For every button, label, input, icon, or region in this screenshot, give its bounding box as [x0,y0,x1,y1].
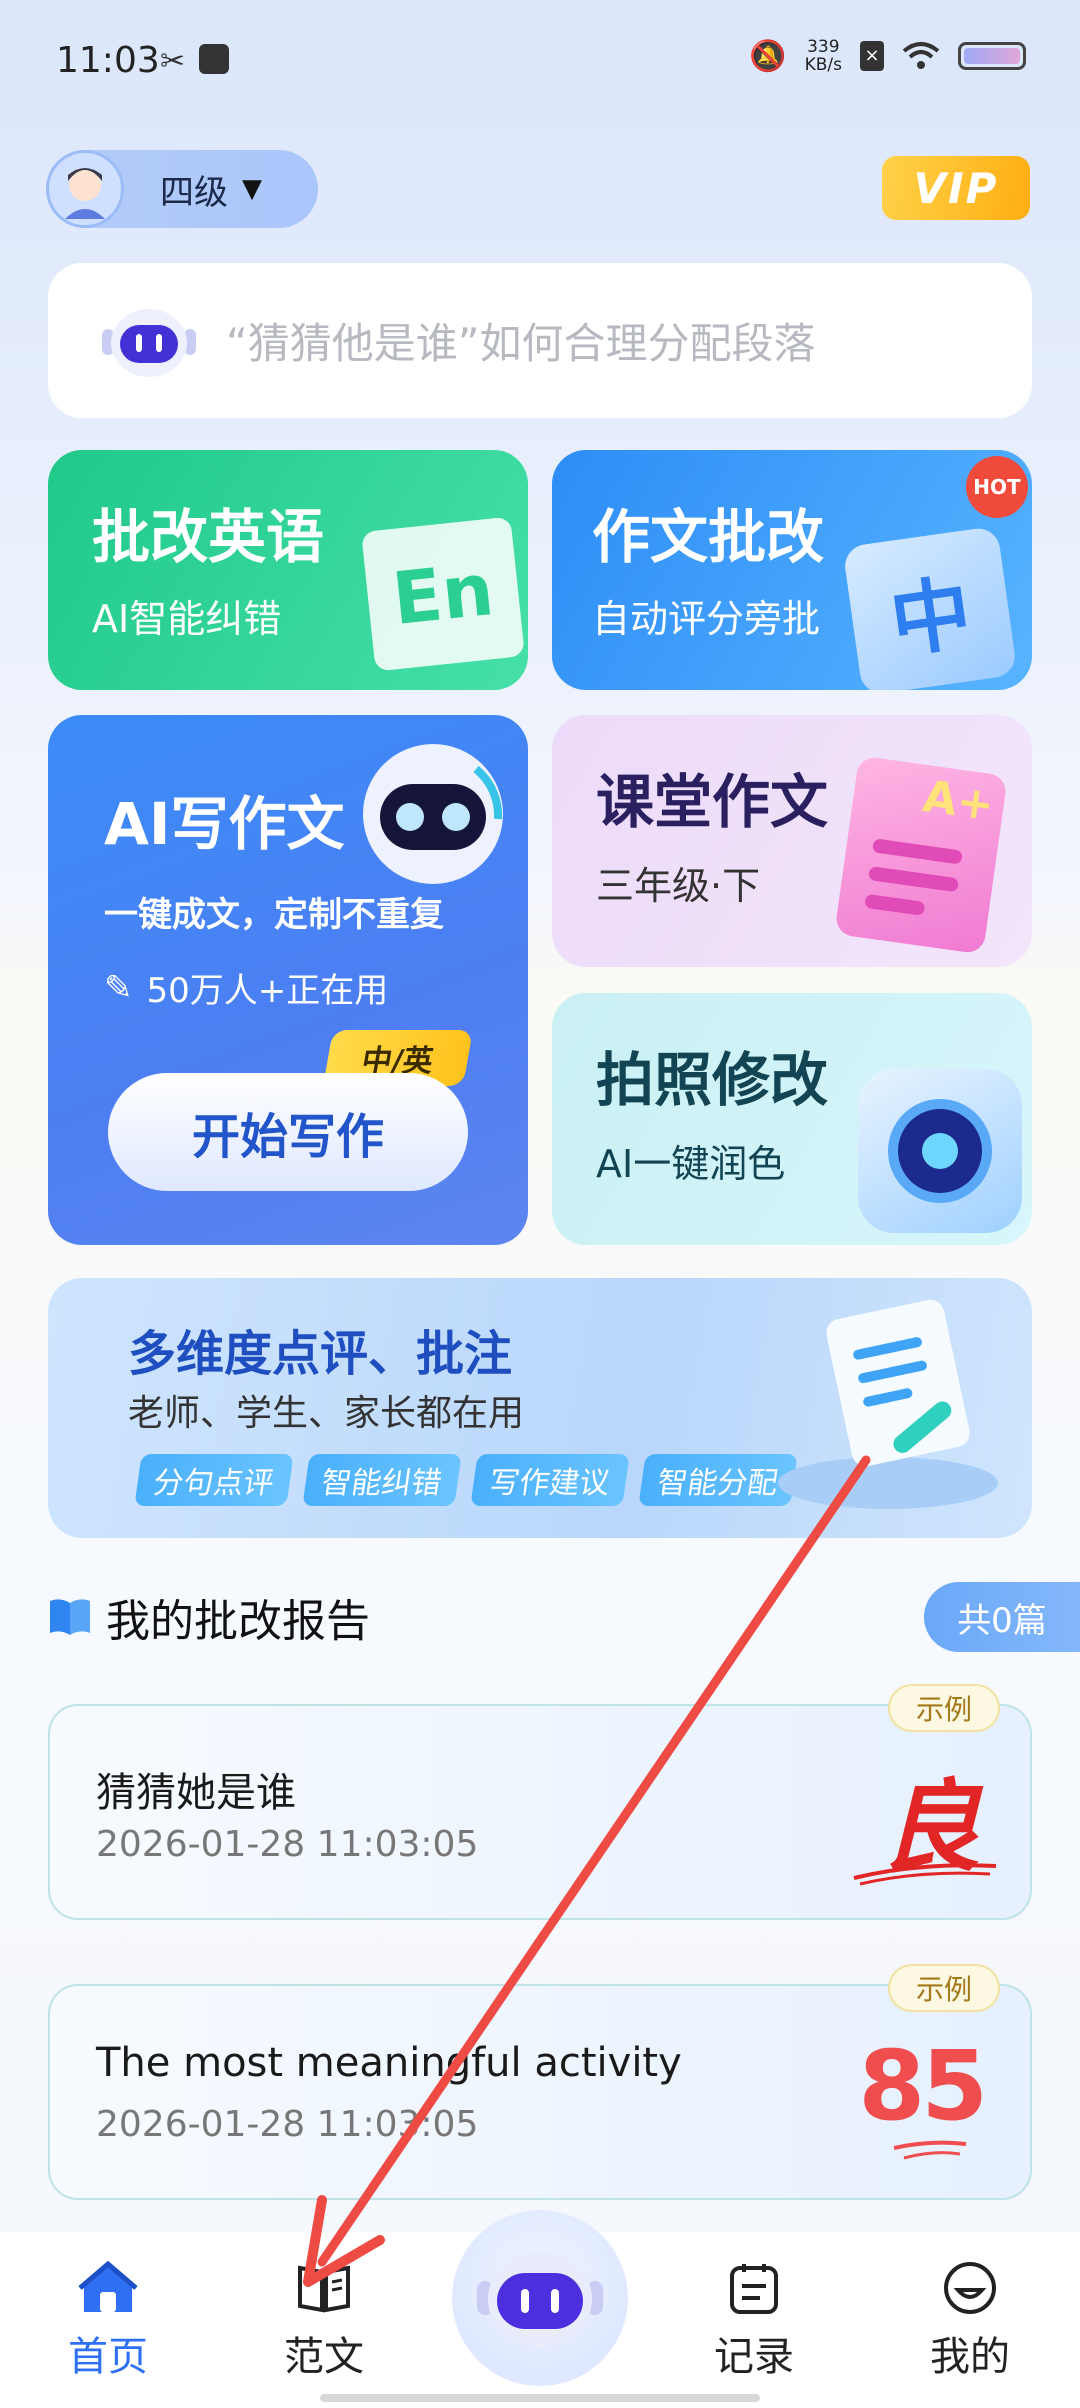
usage-count: 50万人+正在用 [146,971,389,1011]
usage-info: ✎ 50万人+正在用 [104,963,388,1012]
english-correction-card[interactable]: 批改英语 AI智能纠错 En [48,450,528,690]
banner-title: 多维度点评、批注 [128,1326,513,1382]
camera-icon [858,1069,1022,1233]
report-card[interactable]: 示例 猜猜她是谁 2026-01-28 11:03:05 良 [48,1684,1032,1920]
mute-bell-icon: 🔕 [749,38,787,74]
tag-writing-advice: 写作建议 [470,1454,630,1506]
nav-label: 范文 [284,2334,364,2380]
report-count-badge[interactable]: 共0篇 [924,1582,1080,1652]
nav-label: 首页 [68,2334,148,2380]
clipboard-icon [730,2264,778,2314]
vip-badge[interactable]: VIP [882,156,1030,220]
grade-selector[interactable]: 四级 ▼ [46,150,318,228]
status-icons: 🔕 339 KB/s × [749,38,1026,74]
reports-title: 我的批改报告 [106,1596,370,1647]
robot-mascot-icon [358,739,508,889]
card-subtitle: AI智能纠错 [92,597,282,641]
wifi-icon [902,42,940,69]
bottom-navigation: 首页 范文 记录 我的 [0,2210,1080,2408]
card-title: AI写作文 [104,790,345,858]
robot-assistant-icon [94,301,204,381]
card-subtitle: 一键成文，定制不重复 [104,895,444,935]
search-placeholder: “猜猜他是谁”如何合理分配段落 [226,319,816,368]
home-icon [78,2260,138,2312]
tag-sentence-review: 分句点评 [134,1454,294,1506]
banner-subtitle: 老师、学生、家长都在用 [128,1393,525,1434]
nav-robot-assistant-button[interactable] [452,2210,628,2386]
nav-profile[interactable]: 我的 [890,2260,1050,2382]
photo-edit-card[interactable]: 拍照修改 AI一键润色 [552,993,1032,1245]
card-subtitle: 三年级·下 [596,864,761,908]
notification-app-icon [199,44,230,74]
book-icon [50,1599,90,1635]
underline-strokes-icon [893,2140,967,2160]
report-card[interactable]: 示例 The most meaningful activity 2026-01-… [48,1964,1032,2200]
robot-assistant-icon [477,2251,603,2347]
card-subtitle: AI一键润色 [596,1142,786,1186]
score-mark: 85 [858,2030,988,2142]
smiley-face-icon [944,2262,996,2314]
card-title: 课堂作文 [596,768,829,836]
card-title: 批改英语 [92,503,325,571]
gesture-home-bar[interactable] [320,2394,760,2402]
grade-label: 四级 [160,172,228,213]
classroom-essay-card[interactable]: 课堂作文 三年级·下 A+ [552,715,1032,967]
report-title: 猜猜她是谁 [96,1770,296,1816]
a-plus-text: A+ [919,770,998,832]
en-art-text: En [388,546,498,642]
multi-review-banner[interactable]: 多维度点评、批注 老师、学生、家长都在用 分句点评 智能纠错 写作建议 智能分配 [48,1278,1032,1538]
battery-icon [958,42,1026,70]
nav-sample-essays[interactable]: 范文 [244,2260,404,2382]
underline-strokes-icon [853,1863,997,1886]
hot-badge: HOT [966,456,1028,518]
zh-art-text: 中 [884,565,977,670]
ai-writing-card[interactable]: AI写作文 一键成文，定制不重复 ✎ 50万人+正在用 中/英 开始写作 [48,715,528,1245]
card-title: 作文批改 [592,503,825,571]
reports-section-header: 我的批改报告 [48,1585,370,1649]
start-writing-button[interactable]: 开始写作 [108,1073,468,1191]
nav-home[interactable]: 首页 [28,2260,188,2382]
example-badge: 示例 [888,1964,1000,2012]
sim-off-icon: × [860,41,884,71]
open-book-icon [298,2265,350,2313]
network-speed: 339 KB/s [805,38,842,74]
report-title: The most meaningful activity [96,2040,682,2086]
document-pen-illustration [768,1298,998,1518]
status-time: 11:03 [56,40,160,81]
speed-value: 339 [807,37,840,57]
card-subtitle: 自动评分旁批 [592,597,821,641]
report-time: 2026-01-28 11:03:05 [96,1824,479,1865]
pencil-icon: ✎ [104,967,133,1008]
chevron-down-icon: ▼ [242,174,262,204]
search-bar[interactable]: “猜猜他是谁”如何合理分配段落 [48,263,1032,418]
speed-unit: KB/s [804,55,842,75]
en-document-icon: En [361,516,525,672]
example-badge: 示例 [888,1684,1000,1732]
report-time: 2026-01-28 11:03:05 [96,2104,479,2145]
chinese-character-icon: 中 [842,525,1018,690]
nav-label: 我的 [930,2334,1010,2380]
banner-tags: 分句点评 智能纠错 写作建议 智能分配 [134,1454,810,1506]
nav-records[interactable]: 记录 [674,2260,834,2382]
essay-correction-card[interactable]: 作文批改 自动评分旁批 中 HOT [552,450,1032,690]
graded-paper-icon: A+ [834,755,1008,955]
tag-smart-correction: 智能纠错 [302,1454,462,1506]
status-left-icons: ✂ [160,44,230,79]
avatar[interactable] [46,150,124,228]
tools-icon: ✂ [160,44,186,79]
nav-label: 记录 [714,2334,794,2380]
card-title: 拍照修改 [596,1046,829,1114]
